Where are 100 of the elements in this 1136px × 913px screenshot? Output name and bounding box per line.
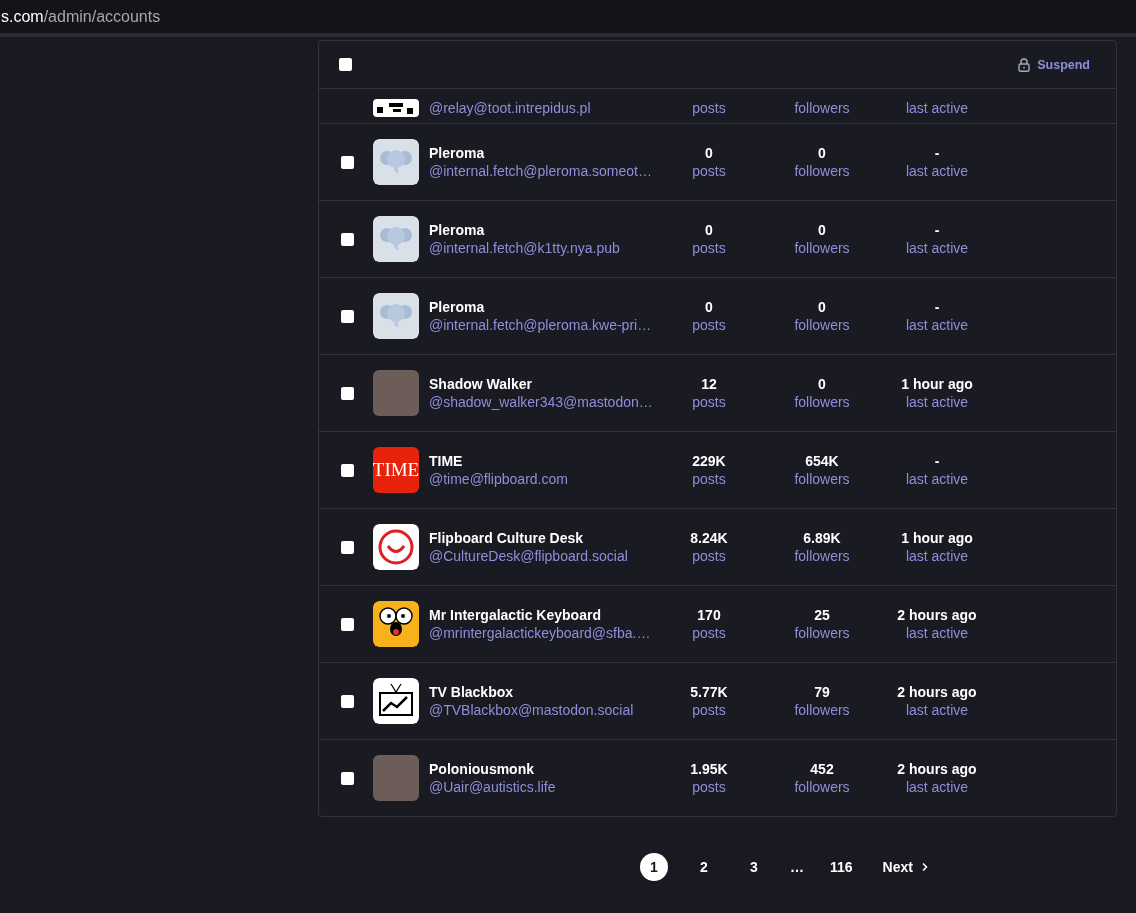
row-checkbox[interactable] [340, 155, 354, 169]
last-active-time: - [934, 298, 940, 316]
account-handle[interactable]: @Uair@autistics.life [429, 778, 661, 796]
account-name[interactable]: Pleroma [429, 298, 661, 316]
row-checkbox[interactable] [340, 771, 354, 785]
followers-count: 0 [818, 298, 826, 316]
row-checkbox[interactable] [340, 309, 354, 323]
chevron-right-icon [920, 862, 929, 872]
stat-label: posts [692, 778, 726, 796]
stat-label: followers [794, 547, 850, 565]
last-active-time: 2 hours ago [897, 683, 977, 701]
row-checkbox[interactable] [340, 232, 354, 246]
posts-count: 8.24K [690, 529, 728, 547]
last-active-time: 2 hours ago [897, 606, 977, 624]
stat-label: followers [794, 316, 850, 334]
stat-label: last active [905, 624, 969, 642]
page-button[interactable]: 3 [740, 853, 768, 881]
smiley-circle-avatar[interactable] [373, 524, 419, 570]
posts-count: 170 [697, 606, 721, 624]
stat-label: last active [905, 162, 969, 180]
followers-count: 25 [814, 606, 830, 624]
stat-label: last active [905, 470, 969, 488]
followers-count: 452 [810, 760, 834, 778]
page-button[interactable]: 1 [640, 853, 668, 881]
stat-label: last active [905, 239, 969, 257]
posts-count: 0 [705, 144, 713, 162]
account-handle[interactable]: @internal.fetch@pleroma.kwe-pri… [429, 316, 661, 334]
account-handle[interactable]: @shadow_walker343@mastodon… [429, 393, 661, 411]
followers-count: 79 [814, 683, 830, 701]
followers-count: 0 [818, 375, 826, 393]
account-handle[interactable]: @internal.fetch@pleroma.someot… [429, 162, 661, 180]
stat-label: last active [905, 547, 969, 565]
posts-count: 0 [705, 298, 713, 316]
followers-count: 6.89K [803, 529, 841, 547]
stat-label: posts [692, 547, 726, 565]
row-checkbox[interactable] [340, 694, 354, 708]
page-button[interactable]: 116 [826, 853, 857, 881]
stat-label: posts [692, 239, 726, 257]
account-name[interactable]: Mr Intergalactic Keyboard [429, 606, 661, 624]
next-page-button[interactable]: Next [878, 855, 933, 879]
stat-label: posts [692, 162, 726, 180]
stat-label: followers [794, 701, 850, 719]
stat-label: posts [692, 393, 726, 411]
posts-count: 229K [692, 452, 726, 470]
last-active-time: - [934, 221, 940, 239]
followers-count: 0 [818, 221, 826, 239]
account-name[interactable]: Pleroma [429, 144, 661, 162]
account-name[interactable]: TIME [429, 452, 661, 470]
select-all-checkbox[interactable] [339, 58, 352, 71]
stat-label: followers [794, 162, 850, 180]
suspend-button[interactable]: Suspend [1018, 53, 1090, 76]
row-checkbox[interactable] [340, 540, 354, 554]
stat-label: followers [794, 239, 850, 257]
stat-label: last active [905, 316, 969, 334]
tv-chart-avatar[interactable] [373, 678, 419, 724]
last-active-time: - [934, 144, 940, 162]
stat-label: followers [794, 393, 850, 411]
stat-label: posts [692, 624, 726, 642]
last-active-time: 1 hour ago [901, 529, 973, 547]
account-name[interactable]: Pleroma [429, 221, 661, 239]
stat-label: posts [692, 99, 726, 117]
stat-label: posts [692, 316, 726, 334]
account-handle[interactable]: @CultureDesk@flipboard.social [429, 547, 661, 565]
account-handle[interactable]: @TVBlackbox@mastodon.social [429, 701, 661, 719]
account-handle[interactable]: @relay@toot.intrepidus.pl [429, 99, 661, 117]
account-name[interactable]: TV Blackbox [429, 683, 661, 701]
page-button[interactable]: 2 [690, 853, 718, 881]
lock-icon [1018, 57, 1031, 72]
account-handle[interactable]: @internal.fetch@k1tty.nya.pub [429, 239, 661, 257]
account-name[interactable]: Flipboard Culture Desk [429, 529, 661, 547]
row-checkbox[interactable] [340, 463, 354, 477]
followers-count: 0 [818, 144, 826, 162]
wordmark-avatar[interactable]: TIME [373, 447, 419, 493]
stat-label: last active [905, 778, 969, 796]
posts-count: 1.95K [690, 760, 728, 778]
row-checkbox[interactable] [340, 386, 354, 400]
pagination-ellipsis: … [790, 859, 804, 875]
stat-label: last active [905, 701, 969, 719]
stat-label: posts [692, 470, 726, 488]
last-active-time: 1 hour ago [901, 375, 973, 393]
account-name[interactable]: Poloniousmonk [429, 760, 661, 778]
posts-count: 5.77K [690, 683, 728, 701]
posts-count: 0 [705, 221, 713, 239]
pixel-art-avatar [373, 99, 419, 117]
posts-count: 12 [701, 375, 717, 393]
account-name[interactable]: Shadow Walker [429, 375, 661, 393]
stat-label: last active [905, 99, 969, 117]
stat-label: last active [905, 393, 969, 411]
stat-label: followers [794, 624, 850, 642]
followers-count: 654K [805, 452, 839, 470]
stat-label: posts [692, 701, 726, 719]
account-handle[interactable]: @time@flipboard.com [429, 470, 661, 488]
account-handle[interactable]: @mrintergalactickeyboard@sfba.… [429, 624, 661, 642]
stat-label: followers [794, 778, 850, 796]
address-bar-url[interactable]: s.com/admin/accounts [1, 7, 161, 26]
stat-label: followers [794, 99, 850, 117]
last-active-time: 2 hours ago [897, 760, 977, 778]
last-active-time: - [934, 452, 940, 470]
stat-label: followers [794, 470, 850, 488]
row-checkbox[interactable] [340, 617, 354, 631]
